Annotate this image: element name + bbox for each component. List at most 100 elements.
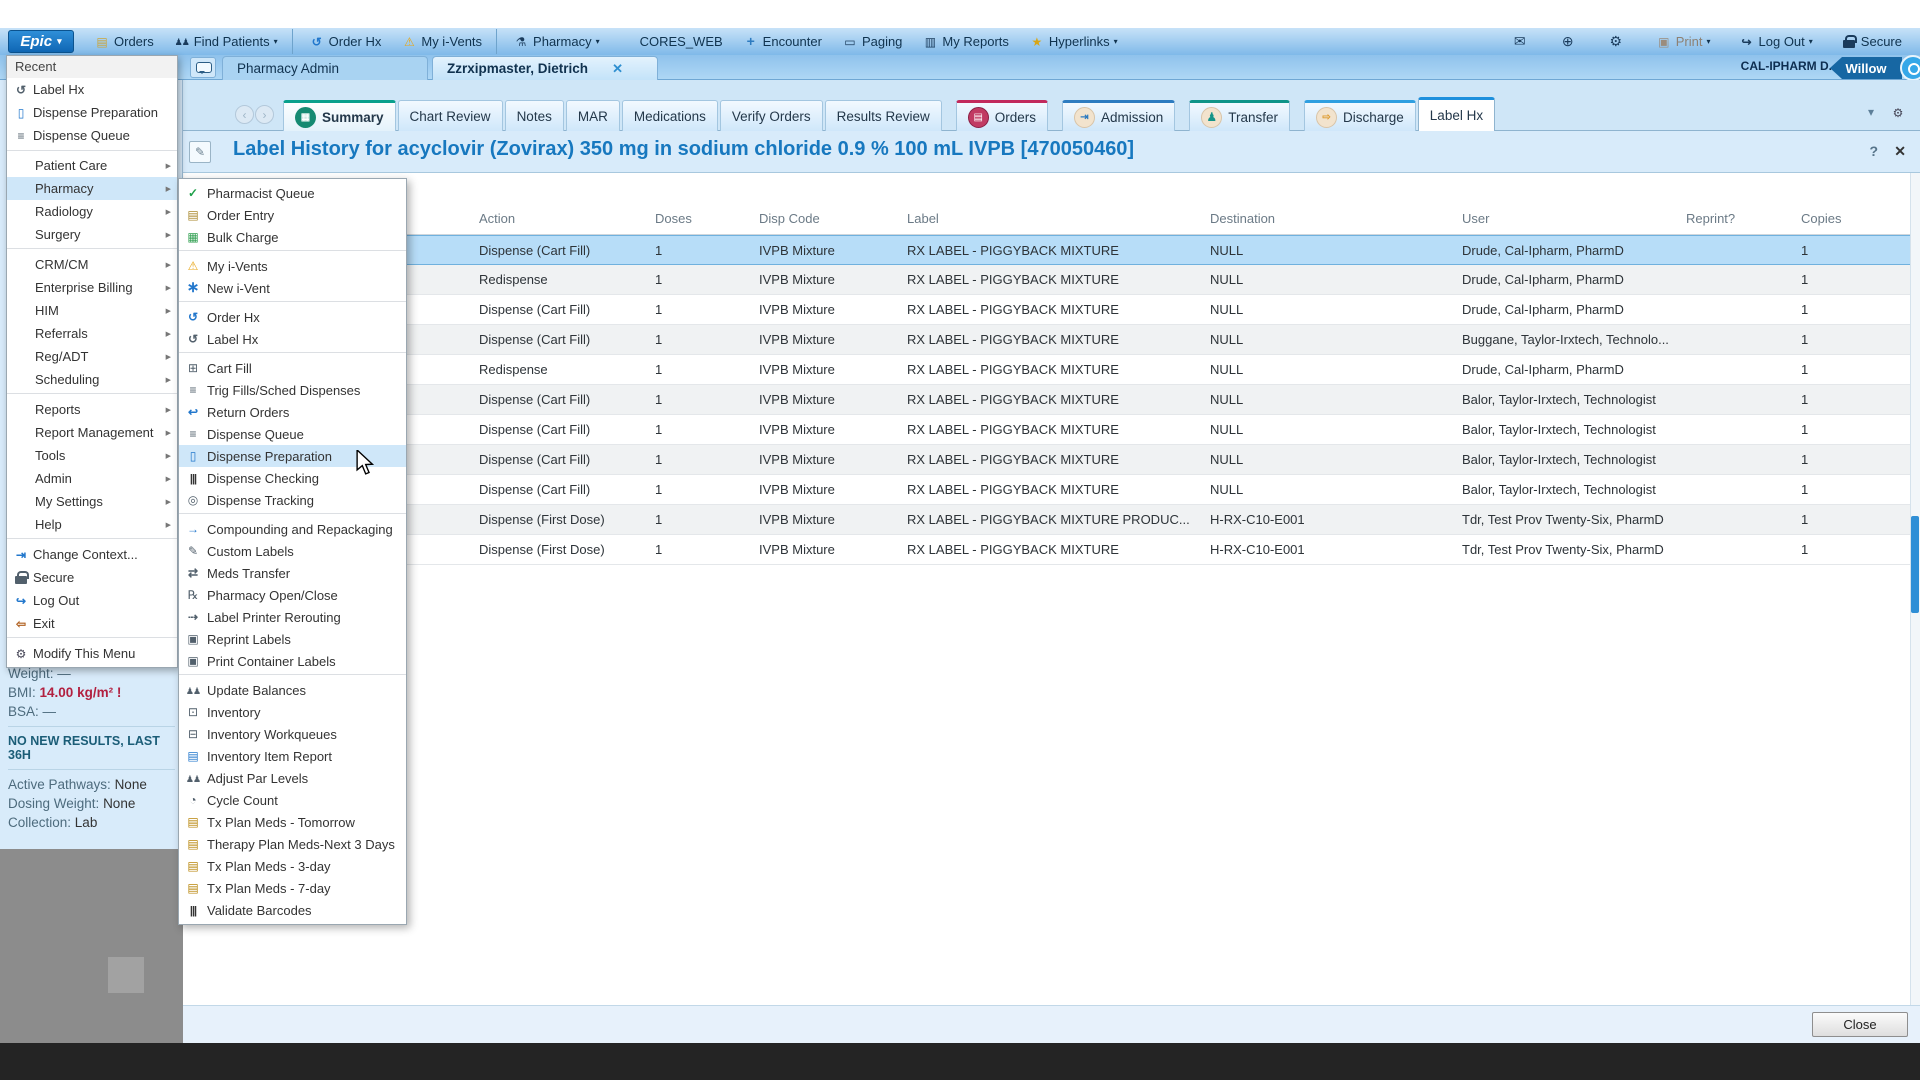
back-arrow-icon[interactable] bbox=[235, 105, 254, 124]
submenu-item[interactable]: Custom Labels bbox=[179, 540, 406, 562]
toolbar-right-button[interactable] bbox=[1504, 29, 1540, 54]
toolbar-button[interactable]: Pharmacy bbox=[505, 29, 608, 54]
submenu-item[interactable]: Dispense Tracking bbox=[179, 489, 406, 514]
menu-category[interactable]: Reports bbox=[7, 398, 177, 421]
submenu-item[interactable]: My i-Vents bbox=[179, 255, 406, 277]
submenu-item[interactable]: Pharmacy Open/Close bbox=[179, 584, 406, 606]
menu-footer-item[interactable]: Log Out bbox=[7, 589, 177, 612]
menu-category[interactable]: Patient Care bbox=[7, 154, 177, 177]
submenu-item[interactable]: Adjust Par Levels bbox=[179, 767, 406, 789]
vertical-scrollbar[interactable] bbox=[1910, 173, 1920, 1006]
submenu-item[interactable]: Cycle Count bbox=[179, 789, 406, 811]
tab-discharge[interactable]: Discharge bbox=[1304, 100, 1416, 131]
menu-item-recent[interactable]: Dispense Queue bbox=[7, 124, 177, 147]
close-button[interactable]: Close bbox=[1812, 1012, 1908, 1037]
tab-mar[interactable]: MAR bbox=[566, 100, 620, 131]
toolbar-button[interactable]: My i-Vents bbox=[393, 29, 497, 54]
toolbar-right-button[interactable] bbox=[1600, 29, 1636, 54]
workspace-tab-pharmacy-admin[interactable]: Pharmacy Admin bbox=[222, 56, 428, 80]
submenu-item[interactable]: Compounding and Repackaging bbox=[179, 518, 406, 540]
submenu-item[interactable]: New i-Vent bbox=[179, 277, 406, 302]
submenu-item[interactable]: Therapy Plan Meds-Next 3 Days bbox=[179, 833, 406, 855]
table-row[interactable]: Dispense (Cart Fill) 1 IVPB Mixture RX L… bbox=[183, 235, 1910, 265]
tab-summary[interactable]: Summary bbox=[283, 100, 396, 131]
submenu-item[interactable]: Return Orders bbox=[179, 401, 406, 423]
menu-category[interactable]: Help bbox=[7, 513, 177, 539]
submenu-item[interactable]: Validate Barcodes bbox=[179, 899, 406, 921]
table-row[interactable]: Redispense 1 IVPB Mixture RX LABEL - PIG… bbox=[183, 265, 1910, 295]
comment-bubble-icon[interactable] bbox=[190, 57, 216, 78]
submenu-item[interactable]: Tx Plan Meds - 3-day bbox=[179, 855, 406, 877]
forward-arrow-icon[interactable] bbox=[255, 105, 274, 124]
table-row[interactable]: Dispense (Cart Fill) 1 IVPB Mixture RX L… bbox=[183, 385, 1910, 415]
menu-category[interactable]: Reg/ADT bbox=[7, 345, 177, 368]
help-icon[interactable] bbox=[1869, 143, 1878, 159]
submenu-item[interactable]: Cart Fill bbox=[179, 357, 406, 379]
submenu-item[interactable]: Tx Plan Meds - Tomorrow bbox=[179, 811, 406, 833]
menu-footer-item[interactable]: Exit bbox=[7, 612, 177, 638]
submenu-item[interactable]: Inventory bbox=[179, 701, 406, 723]
menu-footer-item[interactable]: Modify This Menu bbox=[7, 642, 177, 665]
submenu-item[interactable]: Label Hx bbox=[179, 328, 406, 353]
menu-footer-item[interactable]: Secure bbox=[7, 566, 177, 589]
submenu-item[interactable]: Bulk Charge bbox=[179, 226, 406, 251]
more-tabs-icon[interactable] bbox=[1868, 105, 1874, 121]
toolbar-button[interactable]: Order Hx bbox=[301, 29, 390, 54]
tab-orders[interactable]: Orders bbox=[956, 100, 1048, 131]
edit-note-icon[interactable] bbox=[189, 141, 211, 163]
submenu-item[interactable]: Inventory Workqueues bbox=[179, 723, 406, 745]
tab-results-review[interactable]: Results Review bbox=[825, 100, 942, 131]
tab-verify-orders[interactable]: Verify Orders bbox=[720, 100, 823, 131]
table-row[interactable]: Dispense (Cart Fill) 1 IVPB Mixture RX L… bbox=[183, 415, 1910, 445]
wrench-icon[interactable] bbox=[1890, 105, 1906, 121]
submenu-item[interactable]: Pharmacist Queue bbox=[179, 182, 406, 204]
submenu-item[interactable]: Tx Plan Meds - 7-day bbox=[179, 877, 406, 899]
submenu-item[interactable]: Dispense Queue bbox=[179, 423, 406, 445]
menu-item-recent[interactable]: Label Hx bbox=[7, 78, 177, 101]
toolbar-right-button[interactable]: Log Out bbox=[1731, 29, 1821, 54]
scrollbar-thumb[interactable] bbox=[1911, 516, 1919, 613]
toolbar-button[interactable]: Find Patients bbox=[166, 29, 293, 54]
toolbar-button[interactable]: My Reports bbox=[914, 29, 1016, 54]
menu-category[interactable]: Enterprise Billing bbox=[7, 276, 177, 299]
submenu-item[interactable]: Meds Transfer bbox=[179, 562, 406, 584]
submenu-item[interactable]: Update Balances bbox=[179, 679, 406, 701]
menu-category[interactable]: Admin bbox=[7, 467, 177, 490]
submenu-item[interactable]: Order Hx bbox=[179, 306, 406, 328]
toolbar-button[interactable]: Paging bbox=[834, 29, 910, 54]
tab-label-hx[interactable]: Label Hx bbox=[1418, 97, 1495, 131]
menu-category[interactable]: Scheduling bbox=[7, 368, 177, 394]
close-report-icon[interactable] bbox=[1894, 143, 1906, 160]
table-row[interactable]: Dispense (Cart Fill) 1 IVPB Mixture RX L… bbox=[183, 445, 1910, 475]
menu-category[interactable]: HIM bbox=[7, 299, 177, 322]
toolbar-right-button[interactable]: Print bbox=[1648, 29, 1719, 54]
epic-menu-button[interactable]: Epic bbox=[8, 30, 74, 53]
menu-footer-item[interactable]: Change Context... bbox=[7, 543, 177, 566]
submenu-item[interactable]: Print Container Labels bbox=[179, 650, 406, 675]
toolbar-right-button[interactable] bbox=[1552, 29, 1588, 54]
menu-category[interactable]: Surgery bbox=[7, 223, 177, 249]
submenu-item[interactable]: Reprint Labels bbox=[179, 628, 406, 650]
table-row[interactable]: Dispense (Cart Fill) 1 IVPB Mixture RX L… bbox=[183, 475, 1910, 505]
table-row[interactable]: Dispense (First Dose) 1 IVPB Mixture RX … bbox=[183, 505, 1910, 535]
menu-category[interactable]: Report Management bbox=[7, 421, 177, 444]
menu-item-recent[interactable]: Dispense Preparation bbox=[7, 101, 177, 124]
toolbar-button[interactable]: Encounter bbox=[735, 29, 830, 54]
menu-category[interactable]: Pharmacy bbox=[7, 177, 177, 200]
tab-chart-review[interactable]: Chart Review bbox=[398, 100, 503, 131]
toolbar-button[interactable]: CORES_WEB bbox=[612, 29, 731, 54]
close-tab-icon[interactable] bbox=[612, 61, 623, 77]
tab-notes[interactable]: Notes bbox=[505, 100, 564, 131]
search-icon[interactable] bbox=[1900, 55, 1920, 81]
menu-category[interactable]: Referrals bbox=[7, 322, 177, 345]
toolbar-button[interactable]: Orders bbox=[86, 29, 162, 54]
table-row[interactable]: Dispense (Cart Fill) 1 IVPB Mixture RX L… bbox=[183, 325, 1910, 355]
menu-category[interactable]: Tools bbox=[7, 444, 177, 467]
table-row[interactable]: Dispense (Cart Fill) 1 IVPB Mixture RX L… bbox=[183, 295, 1910, 325]
toolbar-button[interactable]: Hyperlinks bbox=[1021, 29, 1126, 54]
tab-medications[interactable]: Medications bbox=[622, 100, 718, 131]
table-row[interactable]: Dispense (First Dose) 1 IVPB Mixture RX … bbox=[183, 535, 1910, 565]
toolbar-right-button[interactable]: Secure bbox=[1833, 29, 1910, 54]
submenu-item[interactable]: Label Printer Rerouting bbox=[179, 606, 406, 628]
submenu-item[interactable]: Inventory Item Report bbox=[179, 745, 406, 767]
